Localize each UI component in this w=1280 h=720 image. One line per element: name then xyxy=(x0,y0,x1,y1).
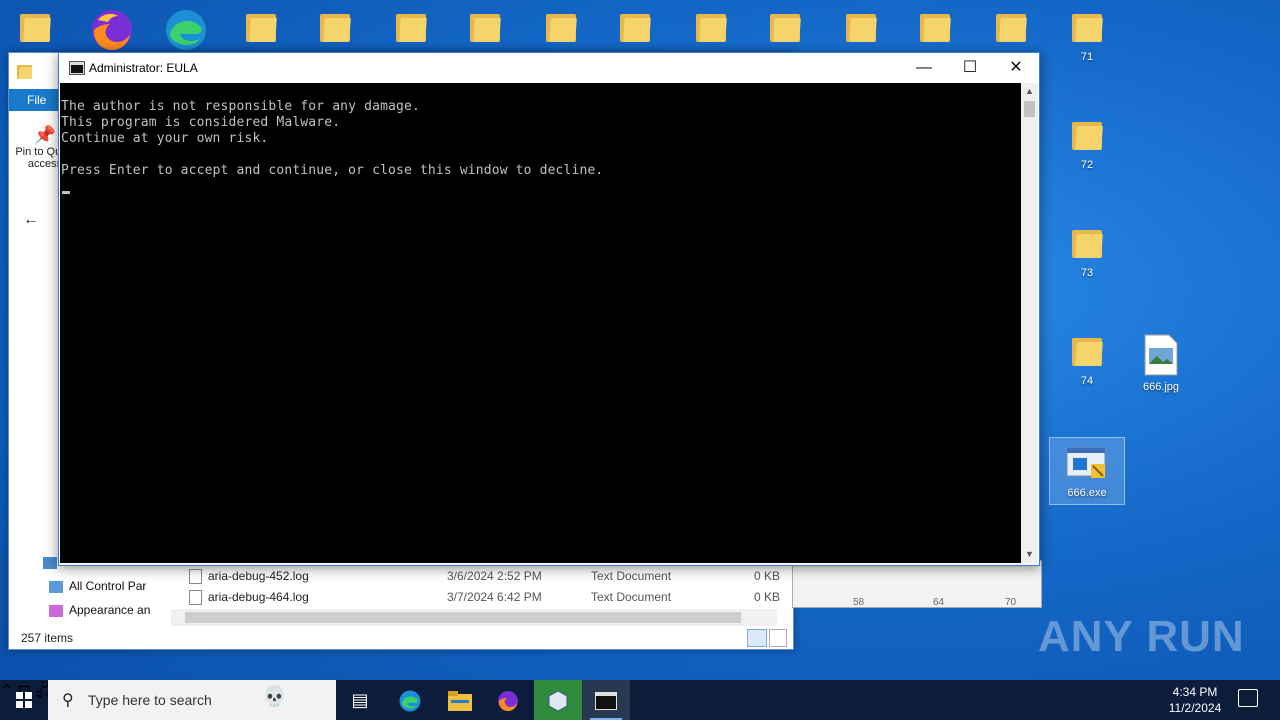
folder-icon[interactable] xyxy=(696,10,727,47)
folder-icon[interactable] xyxy=(20,10,51,47)
folder-icon xyxy=(1072,334,1103,366)
desktop-icon-label: 71 xyxy=(1080,51,1094,63)
file-date: 3/6/2024 2:52 PM xyxy=(447,569,542,583)
folder-icon[interactable] xyxy=(770,10,801,47)
watermark: ANY RUN xyxy=(1038,612,1245,661)
console-line: Press Enter to accept and continue, or c… xyxy=(61,163,604,178)
start-button[interactable] xyxy=(0,680,48,720)
folder-icon[interactable] xyxy=(996,10,1027,47)
desktop-folder-72[interactable]: 72 xyxy=(1050,118,1124,171)
file-size: 0 KB xyxy=(754,569,781,583)
maximize-button[interactable]: ☐ xyxy=(947,53,993,83)
desktop-icon-label: 666.jpg xyxy=(1142,381,1180,393)
edge-taskbar-icon[interactable] xyxy=(386,680,434,720)
folder-icon[interactable] xyxy=(620,10,651,47)
app-taskbar-icon[interactable] xyxy=(534,680,582,720)
taskbar-search-box[interactable]: ⚲ Type here to search 💀 xyxy=(48,680,336,720)
details-view-button[interactable] xyxy=(747,629,767,647)
scrollbar-thumb[interactable] xyxy=(185,612,741,623)
nav-item-all-control-panel[interactable]: All Control Par xyxy=(49,579,146,593)
folder-icon[interactable] xyxy=(470,10,501,47)
folder-icon xyxy=(1072,10,1103,42)
scroll-up-icon[interactable]: ▲ xyxy=(1021,83,1038,100)
console-title: Administrator: EULA xyxy=(89,61,198,75)
scroll-down-icon[interactable]: ▼ xyxy=(1021,546,1038,563)
behind-label: 70 xyxy=(1005,597,1017,608)
clock-date: 11/2/2024 xyxy=(1168,701,1222,715)
background-window: 58 64 70 xyxy=(792,560,1042,608)
file-row[interactable]: aria-debug-464.log 3/7/2024 6:42 PM Text… xyxy=(189,590,780,606)
search-icon: ⚲ xyxy=(62,692,74,709)
console-line: This program is considered Malware. xyxy=(61,115,341,130)
behind-label: 64 xyxy=(933,597,945,608)
notification-icon[interactable] xyxy=(1238,689,1258,707)
console-window[interactable]: Administrator: EULA — ☐ ✕ The author is … xyxy=(58,52,1040,566)
desktop-icon-label: 72 xyxy=(1080,159,1094,171)
file-size: 0 KB xyxy=(754,590,781,604)
windows-start-icon xyxy=(16,692,32,708)
folder-icon[interactable] xyxy=(396,10,427,47)
text-cursor xyxy=(62,191,70,194)
desktop-folder-73[interactable]: 73 xyxy=(1050,226,1124,279)
control-panel-icon xyxy=(49,580,63,593)
text-file-icon xyxy=(189,569,202,585)
text-file-icon xyxy=(189,590,202,606)
exe-file-icon xyxy=(1066,447,1106,478)
file-date: 3/7/2024 6:42 PM xyxy=(447,590,542,604)
nav-item-appearance[interactable]: Appearance an xyxy=(49,603,150,617)
clock-time: 4:34 PM xyxy=(1172,685,1218,699)
file-name: aria-debug-464.log xyxy=(208,590,309,604)
nav-item-label: Appearance an xyxy=(69,603,151,617)
console-vertical-scrollbar[interactable]: ▲ ▼ xyxy=(1021,83,1038,563)
desktop-icon-label: 666.exe xyxy=(1067,487,1107,499)
desktop-file-666-jpg[interactable]: 666.jpg xyxy=(1124,334,1198,393)
folder-icon xyxy=(17,63,33,79)
status-item-count: 257 items xyxy=(21,631,74,645)
console-taskbar-icon[interactable] xyxy=(582,680,630,720)
console-output[interactable]: The author is not responsible for any da… xyxy=(60,83,1021,563)
console-line: Continue at your own risk. xyxy=(61,131,269,146)
file-row[interactable]: aria-debug-452.log 3/6/2024 2:52 PM Text… xyxy=(189,569,780,585)
search-placeholder: Type here to search xyxy=(88,692,212,708)
task-view-icon[interactable]: ▤ xyxy=(336,680,384,720)
nav-item-label: All Control Par xyxy=(69,579,147,593)
image-file-icon xyxy=(1144,334,1178,376)
control-panel-icon xyxy=(43,556,57,569)
desktop-icon-label: 73 xyxy=(1080,267,1094,279)
folder-icon xyxy=(1072,118,1103,150)
appearance-icon xyxy=(49,604,63,617)
search-highlight-icon: 💀 xyxy=(262,686,287,708)
taskbar: ⚲ Type here to search 💀 ▤ ⌃ ⊡ 🖧 🔊 4:34 P… xyxy=(0,680,1280,720)
folder-icon[interactable] xyxy=(546,10,577,47)
minimize-button[interactable]: — xyxy=(901,53,947,83)
file-type: Text Document xyxy=(591,590,672,604)
console-line: The author is not responsible for any da… xyxy=(61,99,420,114)
folder-icon[interactable] xyxy=(320,10,351,47)
desktop-file-666-exe[interactable]: 666.exe xyxy=(1049,437,1125,505)
horizontal-scrollbar[interactable] xyxy=(171,609,777,626)
file-explorer-icon[interactable] xyxy=(436,680,484,720)
folder-icon[interactable] xyxy=(246,10,277,47)
desktop-folder-74[interactable]: 74 xyxy=(1050,334,1124,387)
desktop-icon-label: 74 xyxy=(1080,375,1094,387)
taskbar-clock[interactable]: 4:34 PM 11/2/2024 xyxy=(1166,684,1224,716)
close-button[interactable]: ✕ xyxy=(993,53,1039,83)
folder-icon[interactable] xyxy=(846,10,877,47)
firefox-taskbar-icon[interactable] xyxy=(484,680,532,720)
file-name: aria-debug-452.log xyxy=(208,569,309,583)
back-arrow-icon[interactable]: ← xyxy=(23,211,39,229)
large-icons-view-button[interactable] xyxy=(769,629,787,647)
scrollbar-thumb[interactable] xyxy=(1024,101,1035,117)
console-titlebar[interactable]: Administrator: EULA — ☐ ✕ xyxy=(59,53,1039,83)
desktop-folder-71[interactable]: 71 xyxy=(1050,10,1124,63)
console-icon xyxy=(69,61,85,75)
folder-icon xyxy=(1072,226,1103,258)
behind-label: 58 xyxy=(853,597,865,608)
folder-icon[interactable] xyxy=(920,10,951,47)
file-type: Text Document xyxy=(591,569,672,583)
